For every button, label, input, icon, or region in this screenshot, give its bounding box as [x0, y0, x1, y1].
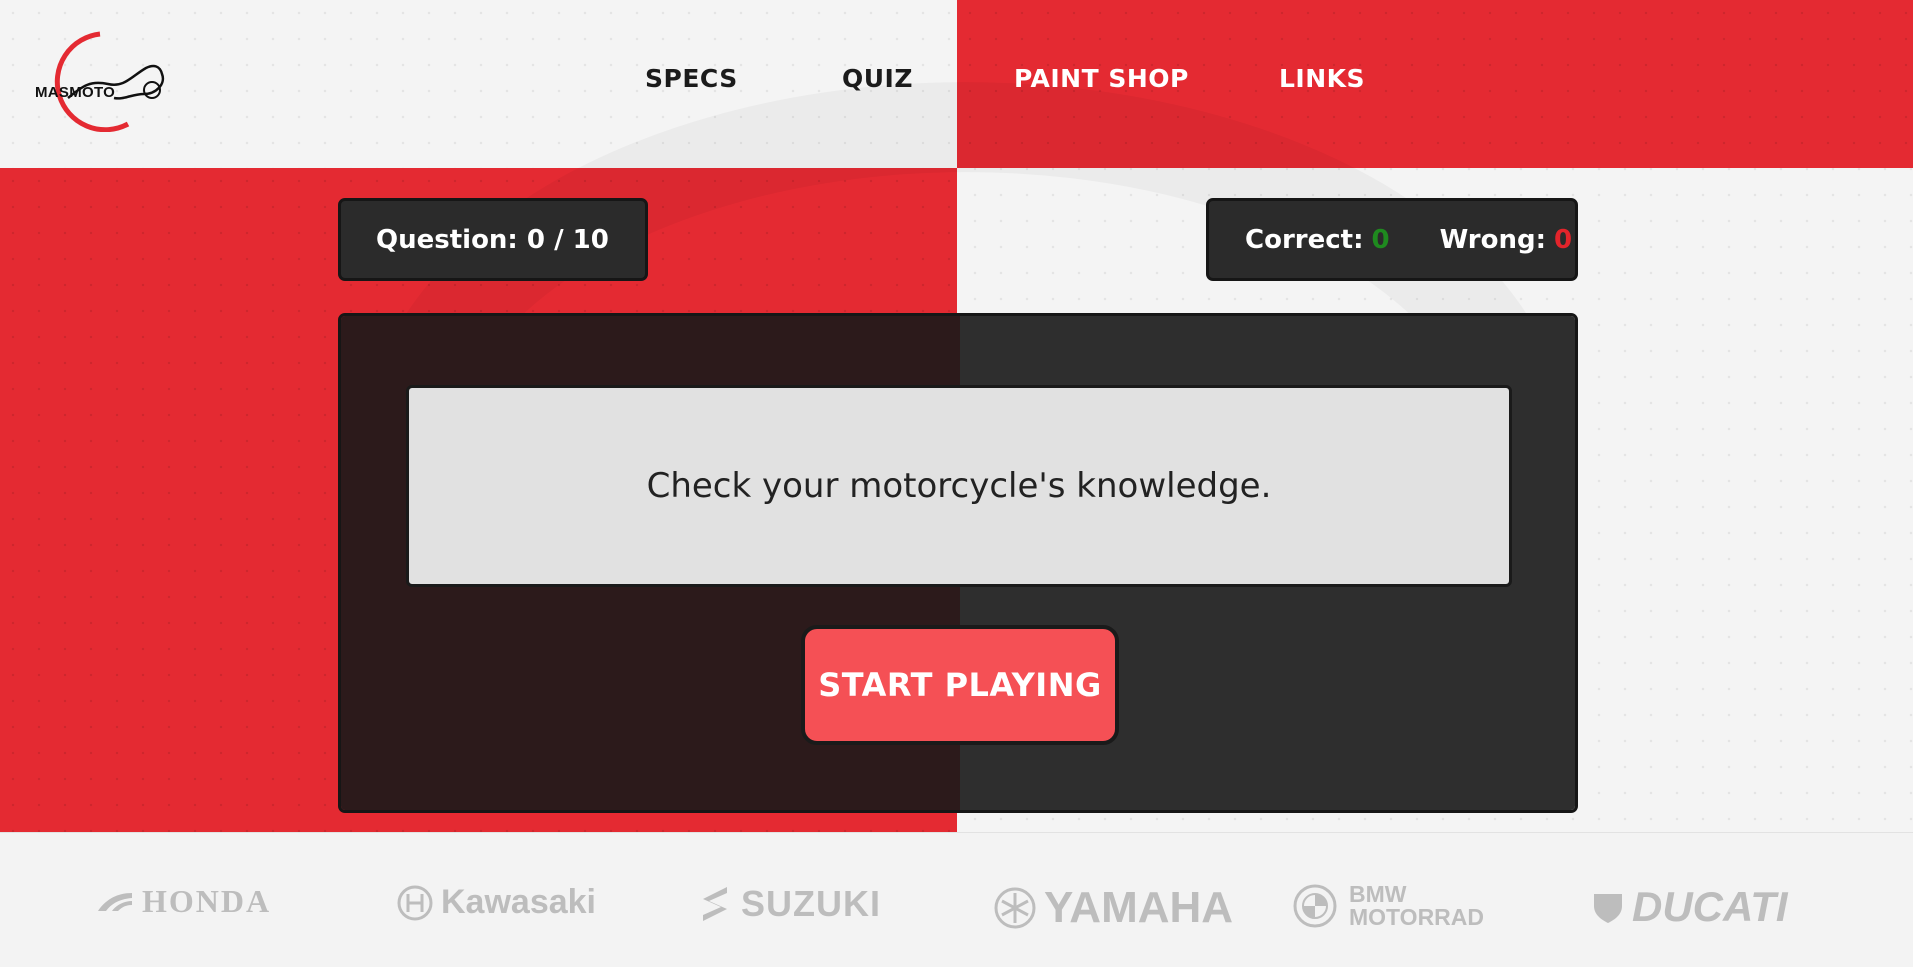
quiz-message: Check your motorcycle's knowledge.	[646, 466, 1272, 506]
wrong-label: Wrong:	[1439, 224, 1546, 255]
nav-links[interactable]: LINKS	[1279, 64, 1365, 93]
nav-quiz[interactable]: QUIZ	[842, 64, 913, 93]
nav-paint-shop[interactable]: PAINT SHOP	[1014, 64, 1189, 93]
brand-honda[interactable]: HONDA	[96, 883, 271, 920]
honda-wing-icon	[98, 892, 132, 911]
question-separator: /	[554, 224, 564, 255]
kawasaki-river-mark-icon	[397, 885, 433, 920]
brand-ducati-label: DUCATI	[1632, 883, 1788, 930]
brand-ducati[interactable]: DUCATI	[1592, 883, 1788, 931]
brand-motorrad-label: MOTORRAD	[1349, 904, 1485, 930]
start-playing-button[interactable]: START PLAYING	[801, 625, 1119, 745]
brand-suzuki[interactable]: SUZUKI	[697, 883, 881, 925]
score-counter: Correct: 0 Wrong: 0	[1206, 198, 1578, 281]
brand-bmw-label: BMW	[1349, 881, 1407, 907]
suzuki-s-icon	[703, 887, 727, 921]
brand-bmw-motorrad[interactable]: BMW MOTORRAD	[1293, 883, 1484, 929]
question-label: Question:	[376, 224, 518, 255]
correct-count: 0	[1371, 224, 1390, 255]
ducati-shield-icon	[1594, 894, 1622, 923]
correct-label: Correct:	[1245, 224, 1364, 255]
question-counter: Question: 0 / 10	[338, 198, 648, 281]
brand-yamaha-label: YAMAHA	[1044, 883, 1234, 932]
logo-text: MASMOTO	[35, 84, 116, 101]
brand-footer: HONDA Kawasaki SUZUKI YAMAHA BMW MOTORRA…	[0, 832, 1913, 967]
wrong-count: 0	[1554, 224, 1573, 255]
brand-yamaha[interactable]: YAMAHA	[994, 883, 1233, 933]
quiz-message-box: Check your motorcycle's knowledge.	[406, 385, 1512, 587]
bmw-roundel-icon	[1293, 884, 1337, 928]
brand-kawasaki-label: Kawasaki	[441, 883, 596, 921]
masmoto-logo-icon	[54, 31, 165, 132]
question-total: 10	[572, 224, 609, 255]
nav-specs[interactable]: SPECS	[645, 64, 738, 93]
brand-honda-label: HONDA	[142, 883, 272, 919]
brand-kawasaki[interactable]: Kawasaki	[397, 883, 596, 922]
yamaha-tuning-forks-icon	[994, 887, 1036, 929]
brand-suzuki-label: SUZUKI	[741, 883, 881, 924]
quiz-panel: Check your motorcycle's knowledge. START…	[338, 313, 1578, 813]
question-current: 0	[526, 224, 545, 255]
